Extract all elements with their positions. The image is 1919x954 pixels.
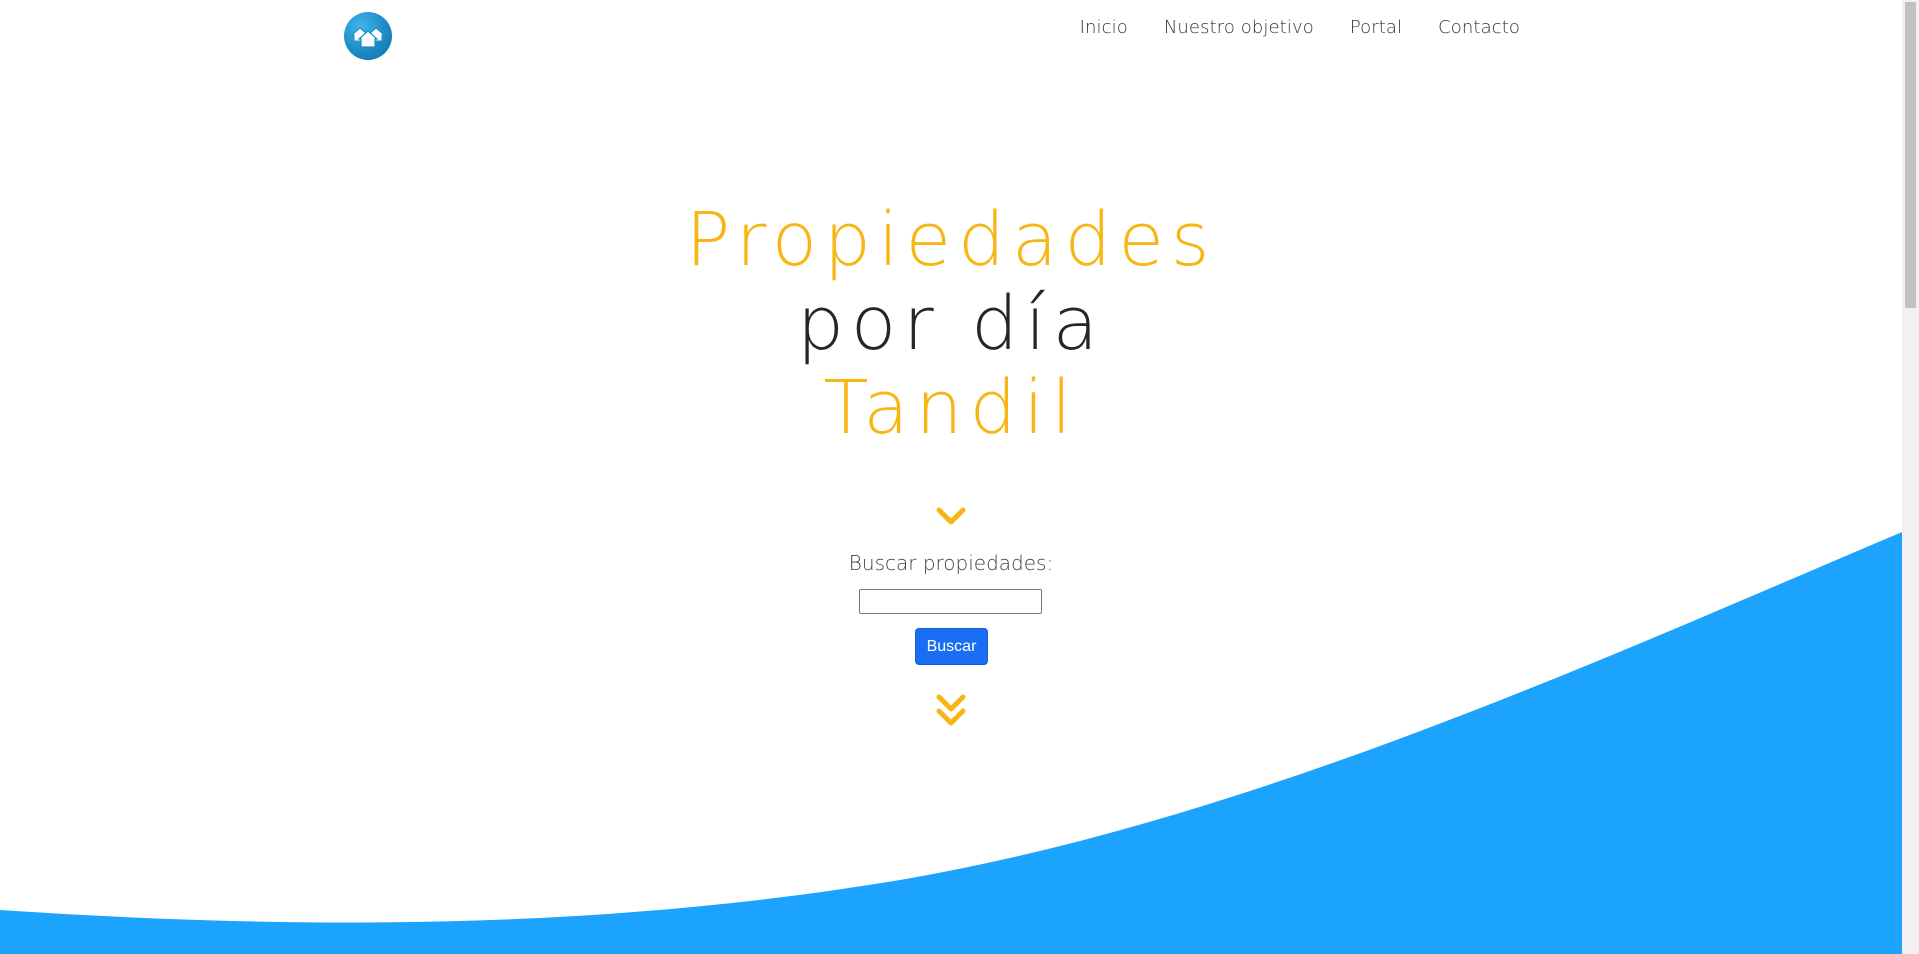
search-label: Buscar propiedades: xyxy=(848,551,1054,575)
hero-title-line-2: por día xyxy=(796,281,1106,367)
nav-link-nuestro-objetivo[interactable]: Nuestro objetivo xyxy=(1146,15,1332,41)
nav-link-portal[interactable]: Portal xyxy=(1332,15,1420,41)
page: Inicio Nuestro objetivo Portal Contacto … xyxy=(0,0,1919,954)
search-input[interactable] xyxy=(859,589,1042,614)
scrollbar[interactable] xyxy=(1902,0,1919,954)
search-button[interactable]: Buscar xyxy=(915,628,988,665)
nav-link-inicio[interactable]: Inicio xyxy=(1062,15,1146,41)
hero-title-line-1: Propiedades xyxy=(685,197,1217,283)
navbar: Inicio Nuestro objetivo Portal Contacto xyxy=(0,0,1902,70)
wave-background xyxy=(0,532,1902,954)
hero-title-line-3: Tandil xyxy=(823,365,1079,451)
scrollbar-thumb[interactable] xyxy=(1905,2,1916,308)
double-chevron-down-icon[interactable] xyxy=(935,692,967,732)
nav-links: Inicio Nuestro objetivo Portal Contacto xyxy=(1062,15,1520,41)
chevron-down-icon xyxy=(936,507,966,525)
houses-logo-icon[interactable] xyxy=(344,12,392,60)
nav-link-contacto[interactable]: Contacto xyxy=(1420,15,1520,41)
